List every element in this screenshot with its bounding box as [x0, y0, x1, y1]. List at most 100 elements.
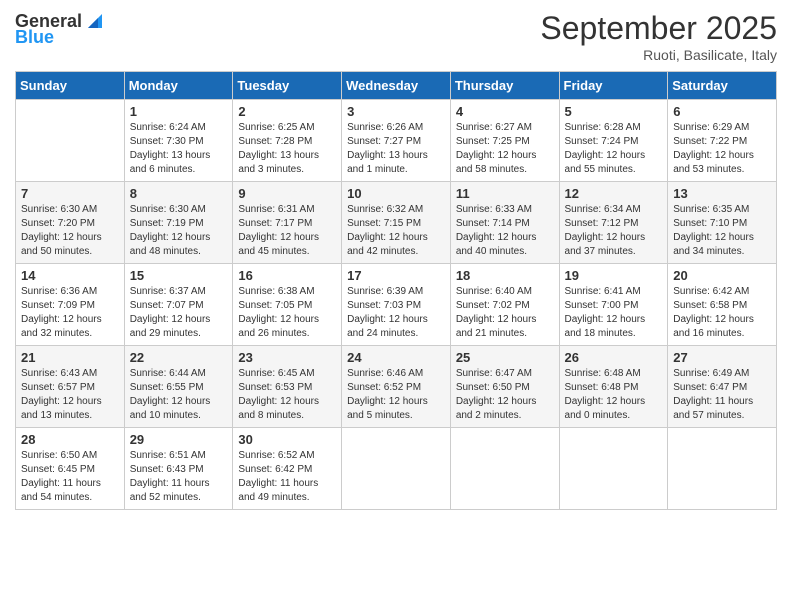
day-detail-line: Sunrise: 6:28 AM [565, 122, 641, 133]
location: Ruoti, Basilicate, Italy [540, 47, 777, 63]
day-detail-line: Daylight: 12 hours [565, 314, 646, 325]
calendar-cell: 7Sunrise: 6:30 AMSunset: 7:20 PMDaylight… [16, 182, 125, 264]
day-detail-line: Sunset: 7:00 PM [565, 300, 639, 311]
day-number: 24 [347, 350, 445, 365]
calendar-cell: 10Sunrise: 6:32 AMSunset: 7:15 PMDayligh… [342, 182, 451, 264]
day-detail-line: Sunset: 7:30 PM [130, 136, 204, 147]
calendar-week-row: 14Sunrise: 6:36 AMSunset: 7:09 PMDayligh… [16, 264, 777, 346]
calendar-table: SundayMondayTuesdayWednesdayThursdayFrid… [15, 71, 777, 510]
day-detail-line: Daylight: 12 hours [238, 232, 319, 243]
day-detail-line: Daylight: 12 hours [21, 314, 102, 325]
day-detail-line: Daylight: 12 hours [130, 314, 211, 325]
day-detail-line: Daylight: 12 hours [565, 232, 646, 243]
day-number: 30 [238, 432, 336, 447]
day-detail-line: Daylight: 13 hours [130, 150, 211, 161]
calendar-cell: 4Sunrise: 6:27 AMSunset: 7:25 PMDaylight… [450, 100, 559, 182]
day-detail-line: and 6 minutes. [130, 164, 196, 175]
day-number: 18 [456, 268, 554, 283]
day-detail-line: and 50 minutes. [21, 246, 92, 257]
day-detail-line: Sunset: 7:02 PM [456, 300, 530, 311]
day-detail-line: Sunset: 6:48 PM [565, 382, 639, 393]
day-number: 25 [456, 350, 554, 365]
calendar-cell [668, 428, 777, 510]
day-detail-line: Sunrise: 6:47 AM [456, 368, 532, 379]
day-detail-line: Daylight: 12 hours [347, 314, 428, 325]
day-detail-line: Sunrise: 6:30 AM [21, 204, 97, 215]
day-detail-line: Daylight: 12 hours [456, 396, 537, 407]
calendar-header-row: SundayMondayTuesdayWednesdayThursdayFrid… [16, 72, 777, 100]
day-detail-line: Daylight: 12 hours [130, 232, 211, 243]
day-detail-line: Daylight: 11 hours [673, 396, 753, 407]
day-details: Sunrise: 6:25 AMSunset: 7:28 PMDaylight:… [238, 121, 336, 177]
calendar-cell: 21Sunrise: 6:43 AMSunset: 6:57 PMDayligh… [16, 346, 125, 428]
calendar-cell: 17Sunrise: 6:39 AMSunset: 7:03 PMDayligh… [342, 264, 451, 346]
calendar-cell: 2 Sunrise: 6:25 AMSunset: 7:28 PMDaylight… [233, 100, 342, 182]
day-number: 10 [347, 186, 445, 201]
day-details: Sunrise: 6:26 AMSunset: 7:27 PMDaylight:… [347, 121, 445, 177]
day-header-tuesday: Tuesday [233, 72, 342, 100]
day-detail-line: Daylight: 12 hours [238, 396, 319, 407]
day-details: Sunrise: 6:50 AMSunset: 6:45 PMDaylight:… [21, 449, 119, 505]
day-detail-line: and 29 minutes. [130, 328, 201, 339]
day-number: 6 [673, 104, 771, 119]
day-detail-line: Sunrise: 6:49 AM [673, 368, 749, 379]
calendar-cell: 11Sunrise: 6:33 AMSunset: 7:14 PMDayligh… [450, 182, 559, 264]
calendar-cell: 24Sunrise: 6:46 AMSunset: 6:52 PMDayligh… [342, 346, 451, 428]
day-number: 22 [130, 350, 228, 365]
day-number: 1 [130, 104, 228, 119]
day-detail-line: Sunset: 7:22 PM [673, 136, 747, 147]
day-detail-line: Sunrise: 6:46 AM [347, 368, 423, 379]
day-number: 19 [565, 268, 663, 283]
day-detail-line: Daylight: 12 hours [347, 232, 428, 243]
day-header-saturday: Saturday [668, 72, 777, 100]
calendar-cell: 6 Sunrise: 6:29 AMSunset: 7:22 PMDaylight… [668, 100, 777, 182]
day-detail-line: Sunset: 6:42 PM [238, 464, 312, 475]
calendar-week-row: 21Sunrise: 6:43 AMSunset: 6:57 PMDayligh… [16, 346, 777, 428]
day-detail-line: Sunrise: 6:38 AM [238, 286, 314, 297]
day-details: Sunrise: 6:35 AMSunset: 7:10 PMDaylight:… [673, 203, 771, 259]
calendar-week-row: 7Sunrise: 6:30 AMSunset: 7:20 PMDaylight… [16, 182, 777, 264]
day-detail-line: and 0 minutes. [565, 410, 631, 421]
day-detail-line: and 48 minutes. [130, 246, 201, 257]
day-detail-line: and 5 minutes. [347, 410, 413, 421]
calendar-cell: 18Sunrise: 6:40 AMSunset: 7:02 PMDayligh… [450, 264, 559, 346]
day-detail-line: Sunrise: 6:36 AM [21, 286, 97, 297]
calendar-cell: 3Sunrise: 6:26 AMSunset: 7:27 PMDaylight… [342, 100, 451, 182]
calendar-cell: 27Sunrise: 6:49 AMSunset: 6:47 PMDayligh… [668, 346, 777, 428]
day-detail-line: and 37 minutes. [565, 246, 636, 257]
day-detail-line: Sunset: 6:57 PM [21, 382, 95, 393]
day-details: Sunrise: 6:29 AMSunset: 7:22 PMDaylight:… [673, 121, 771, 177]
day-detail-line: Daylight: 12 hours [347, 396, 428, 407]
day-number: 2 [238, 104, 336, 119]
calendar-cell: 28Sunrise: 6:50 AMSunset: 6:45 PMDayligh… [16, 428, 125, 510]
calendar-week-row: 1Sunrise: 6:24 AMSunset: 7:30 PMDaylight… [16, 100, 777, 182]
day-detail-line: Sunrise: 6:37 AM [130, 286, 206, 297]
day-details: Sunrise: 6:40 AMSunset: 7:02 PMDaylight:… [456, 285, 554, 341]
calendar-cell [559, 428, 668, 510]
day-detail-line: Sunset: 7:03 PM [347, 300, 421, 311]
day-detail-line: Sunrise: 6:31 AM [238, 204, 314, 215]
day-number: 5 [565, 104, 663, 119]
day-number: 27 [673, 350, 771, 365]
day-detail-line: Daylight: 12 hours [456, 232, 537, 243]
day-number: 21 [21, 350, 119, 365]
day-detail-line: Daylight: 12 hours [238, 314, 319, 325]
day-number: 23 [238, 350, 336, 365]
day-detail-line: and 49 minutes. [238, 492, 309, 503]
day-details: Sunrise: 6:28 AMSunset: 7:24 PMDaylight:… [565, 121, 663, 177]
day-detail-line: Sunset: 6:53 PM [238, 382, 312, 393]
calendar-cell: 5 Sunrise: 6:28 AMSunset: 7:24 PMDaylight… [559, 100, 668, 182]
day-detail-line: Daylight: 12 hours [673, 232, 754, 243]
day-detail-line: and 52 minutes. [130, 492, 201, 503]
day-details: Sunrise: 6:45 AMSunset: 6:53 PMDaylight:… [238, 367, 336, 423]
day-detail-line: and 2 minutes. [456, 410, 522, 421]
day-details: Sunrise: 6:38 AMSunset: 7:05 PMDaylight:… [238, 285, 336, 341]
calendar-cell: 29Sunrise: 6:51 AMSunset: 6:43 PMDayligh… [124, 428, 233, 510]
day-number: 8 [130, 186, 228, 201]
day-detail-line: Sunrise: 6:40 AM [456, 286, 532, 297]
calendar-cell: 19 Sunrise: 6:41 AMSunset: 7:00 PMDayligh… [559, 264, 668, 346]
day-details: Sunrise: 6:41 AMSunset: 7:00 PMDaylight:… [565, 285, 663, 341]
day-detail-line: and 54 minutes. [21, 492, 92, 503]
day-detail-line: and 42 minutes. [347, 246, 418, 257]
day-detail-line: Sunrise: 6:25 AM [238, 122, 314, 133]
